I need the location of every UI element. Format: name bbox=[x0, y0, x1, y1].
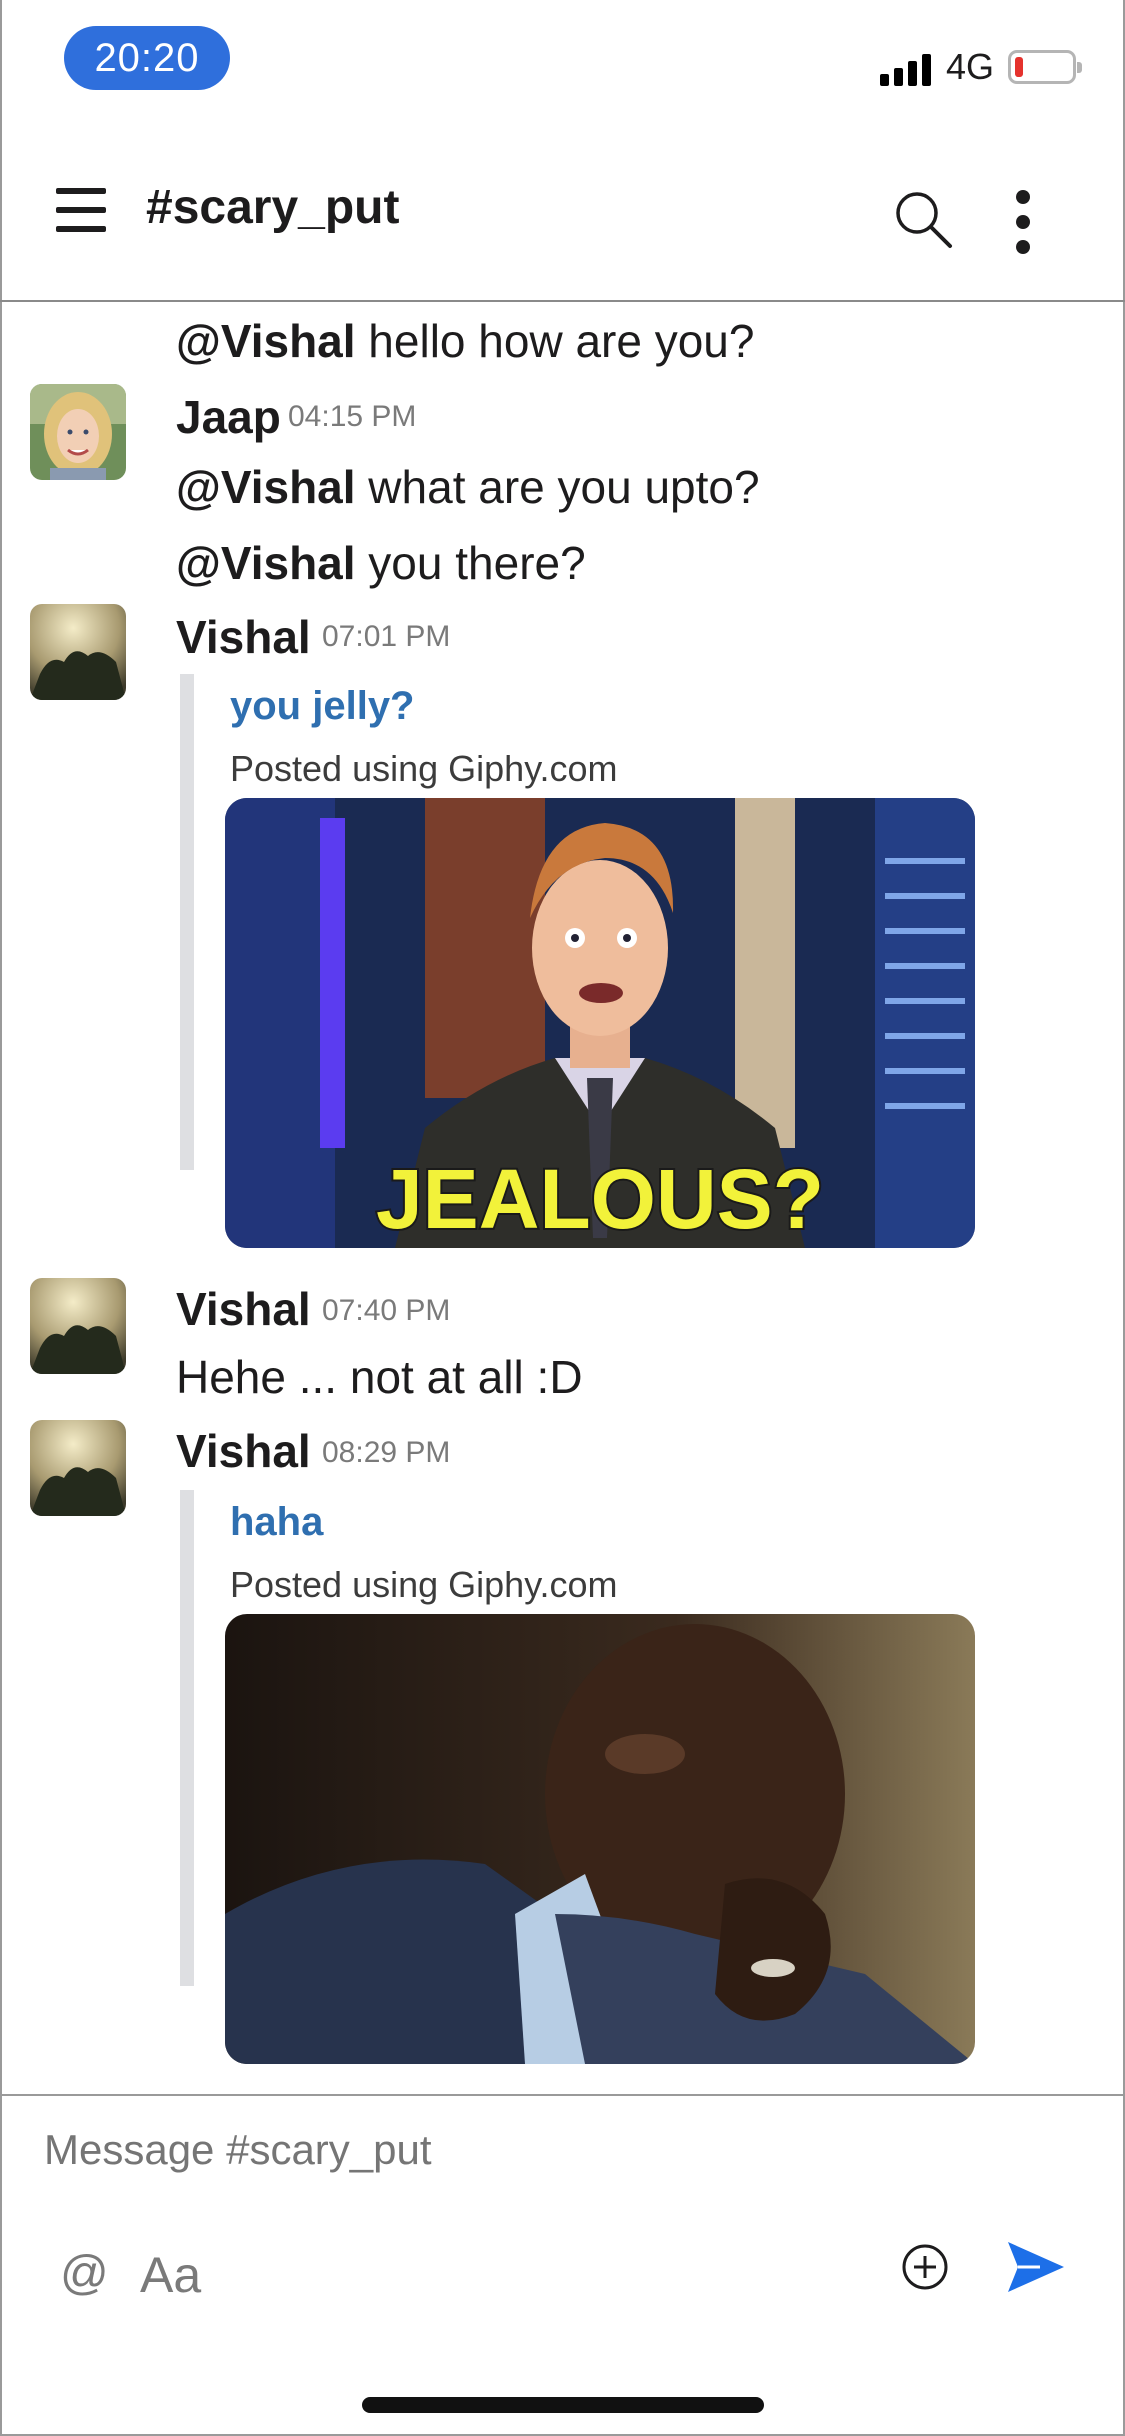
format-text-icon[interactable]: Aa bbox=[140, 2246, 201, 2304]
channel-header: #scary_put bbox=[0, 150, 1125, 302]
battery-icon bbox=[1008, 50, 1082, 84]
message-timestamp: 07:01 PM bbox=[322, 620, 451, 653]
attachment-title[interactable]: haha bbox=[230, 1500, 323, 1545]
author-name[interactable]: Vishal bbox=[176, 1282, 311, 1336]
search-icon[interactable] bbox=[892, 188, 954, 250]
message-timestamp: 04:15 PM bbox=[288, 400, 417, 433]
send-icon[interactable] bbox=[1006, 2240, 1066, 2294]
message-text: @Vishal you there? bbox=[176, 537, 586, 589]
message-timestamp: 07:40 PM bbox=[322, 1294, 451, 1327]
user-mention[interactable]: @Vishal bbox=[176, 461, 356, 513]
message-text: Hehe ... not at all :D bbox=[176, 1351, 583, 1403]
status-time: 20:20 bbox=[64, 26, 230, 90]
signal-icon bbox=[880, 50, 931, 86]
mention-icon[interactable]: @ bbox=[60, 2246, 109, 2301]
avatar-vishal[interactable] bbox=[30, 1278, 126, 1374]
attachment-bar bbox=[180, 1490, 194, 1986]
message-input[interactable] bbox=[44, 2126, 1044, 2174]
add-attachment-icon[interactable] bbox=[900, 2242, 950, 2292]
attachment-source: Posted using Giphy.com bbox=[230, 748, 618, 789]
more-options-icon[interactable] bbox=[1008, 190, 1038, 254]
user-mention[interactable]: @Vishal bbox=[176, 537, 356, 589]
attachment-source: Posted using Giphy.com bbox=[230, 1564, 618, 1605]
status-bar: 20:20 4G bbox=[0, 0, 1125, 120]
author-name[interactable]: Vishal bbox=[176, 610, 311, 664]
menu-icon[interactable] bbox=[56, 188, 106, 232]
gif-caption: JEALOUS? bbox=[376, 1152, 824, 1246]
avatar-vishal[interactable] bbox=[30, 1420, 126, 1516]
message-text: @Vishal hello how are you? bbox=[176, 315, 755, 367]
channel-title: #scary_put bbox=[146, 181, 400, 234]
message-timestamp: 08:29 PM bbox=[322, 1436, 451, 1469]
author-name[interactable]: Vishal bbox=[176, 1424, 311, 1478]
gif-image-haha[interactable] bbox=[225, 1614, 975, 2064]
message-list[interactable]: @Vishal hello how are you? Jaap 04:15 PM… bbox=[0, 304, 1125, 2094]
network-type: 4G bbox=[946, 46, 995, 87]
message-text: @Vishal what are you upto? bbox=[176, 461, 760, 513]
user-mention[interactable]: @Vishal bbox=[176, 315, 356, 367]
avatar-jaap[interactable] bbox=[30, 384, 126, 480]
message-composer: @ Aa bbox=[0, 2094, 1125, 2436]
gif-image-jealous[interactable]: JEALOUS? bbox=[225, 798, 975, 1248]
author-name[interactable]: Jaap bbox=[176, 390, 281, 444]
avatar-vishal[interactable] bbox=[30, 604, 126, 700]
attachment-bar bbox=[180, 674, 194, 1170]
home-indicator[interactable] bbox=[362, 2397, 764, 2413]
attachment-title[interactable]: you jelly? bbox=[230, 684, 415, 729]
